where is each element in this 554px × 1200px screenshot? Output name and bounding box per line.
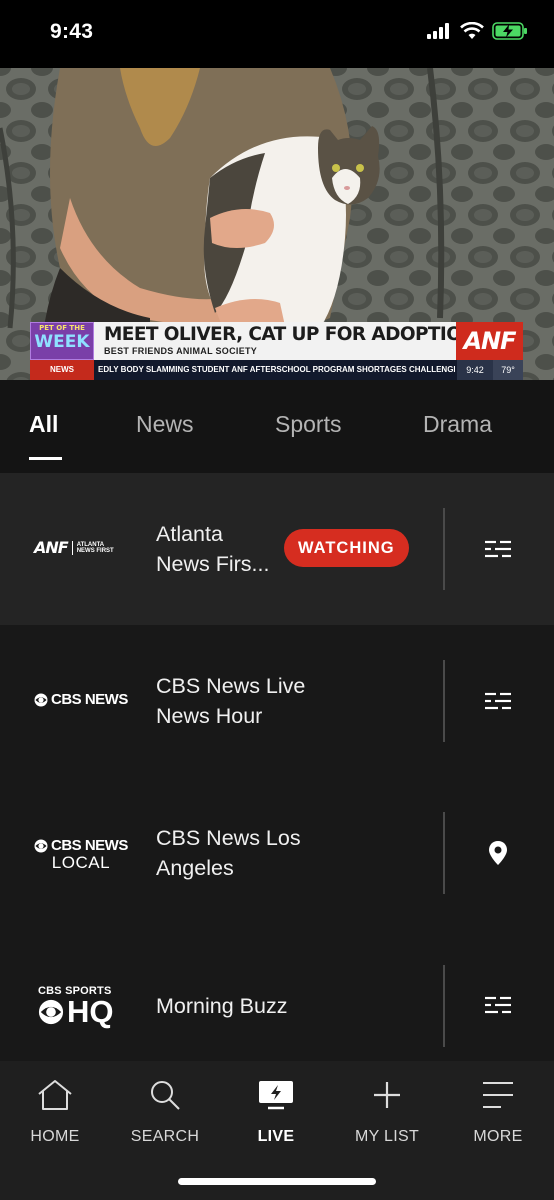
category-tabs: All News Sports Drama xyxy=(0,380,554,473)
channel-title: CBS News Los Angeles xyxy=(156,823,301,883)
anf-logo-news-first: NEWS FIRST xyxy=(76,547,114,554)
nav-my-list-label: MY LIST xyxy=(354,1128,420,1145)
channel-title-line1: CBS News Los xyxy=(156,826,301,850)
channel-row-cbs-news[interactable]: CBS NEWS CBS News Live News Hour xyxy=(0,625,554,777)
schedule-list-icon xyxy=(485,996,511,1014)
row-divider xyxy=(443,508,445,590)
news-headline: MEET OLIVER, CAT UP FOR ADOPTION xyxy=(104,324,477,345)
anf-logo-mark: ANF xyxy=(34,538,69,557)
live-video-player[interactable]: PET OF THE WEEK MEET OLIVER, CAT UP FOR … xyxy=(0,68,554,380)
channel-title-line1: CBS News Live xyxy=(156,674,306,698)
channel-title: Morning Buzz xyxy=(156,991,287,1021)
channel-logo-cbs-news-local: CBS NEWS LOCAL xyxy=(34,837,128,873)
channel-title: CBS News Live News Hour xyxy=(156,671,305,731)
row-divider xyxy=(443,660,445,742)
cbs-news-logo: CBS NEWS xyxy=(34,837,128,854)
nav-home-label: HOME xyxy=(30,1128,80,1145)
news-sub-headline: BEST FRIENDS ANIMAL SOCIETY xyxy=(104,346,258,356)
home-icon xyxy=(5,1075,105,1115)
channel-title-line2: Angeles xyxy=(156,856,234,880)
ticker-label: NEWS xyxy=(30,360,94,380)
ticker-time: 9:42 xyxy=(457,360,493,380)
status-bar: 9:43 xyxy=(0,0,554,68)
pet-badge-line1: PET OF THE xyxy=(39,324,85,332)
tab-all[interactable]: All xyxy=(29,411,58,438)
status-icons xyxy=(426,22,528,40)
plus-icon xyxy=(337,1075,437,1115)
cbs-eye-icon xyxy=(34,693,48,706)
nav-search-label: SEARCH xyxy=(130,1128,200,1145)
row-divider xyxy=(443,965,445,1047)
cbs-news-logo-text: CBS NEWS xyxy=(51,837,128,854)
cbs-local-logo-text: LOCAL xyxy=(51,853,111,872)
hq-logo-text: HQ xyxy=(67,994,114,1029)
channel-logo-cbs-sports-hq: CBS SPORTS HQ xyxy=(38,985,114,1027)
active-tab-indicator xyxy=(29,457,62,460)
ticker-temperature: 79° xyxy=(493,360,523,380)
pet-badge-line2: WEEK xyxy=(34,332,90,352)
channel-title-line2: News Firs... xyxy=(156,552,270,576)
location-button[interactable] xyxy=(478,833,518,873)
schedule-list-button[interactable] xyxy=(478,529,518,569)
anf-logo-words: ATLANTA NEWS FIRST xyxy=(77,542,114,554)
cellular-signal-icon xyxy=(427,23,449,39)
pet-of-the-week-badge: PET OF THE WEEK xyxy=(30,322,94,360)
news-lower-third: PET OF THE WEEK MEET OLIVER, CAT UP FOR … xyxy=(30,322,523,380)
channel-title-line1: Atlanta xyxy=(156,522,223,546)
nav-more-label: MORE xyxy=(473,1128,523,1145)
schedule-list-button[interactable] xyxy=(478,985,518,1025)
channel-title-line2: News Hour xyxy=(156,704,263,728)
cbs-eye-icon xyxy=(38,999,64,1025)
cbs-news-logo-text: CBS NEWS xyxy=(51,691,128,708)
nav-live-label: LIVE xyxy=(257,1128,295,1145)
headline-bar: MEET OLIVER, CAT UP FOR ADOPTION BEST FR… xyxy=(94,322,477,360)
channel-logo-cbs-news: CBS NEWS xyxy=(34,691,128,708)
hq-logo: HQ xyxy=(38,994,114,1029)
live-tv-icon xyxy=(226,1075,326,1115)
tab-drama[interactable]: Drama xyxy=(423,411,492,438)
nav-home[interactable]: HOME xyxy=(5,1075,105,1146)
station-logo: ANF xyxy=(456,322,523,360)
home-indicator xyxy=(178,1178,376,1185)
channel-title-line1: Morning Buzz xyxy=(156,994,288,1018)
channel-row-cbs-news-los-angeles[interactable]: CBS NEWS LOCAL CBS News Los Angeles xyxy=(0,777,554,929)
tab-sports[interactable]: Sports xyxy=(275,411,341,438)
channel-row-atlanta-news-first[interactable]: ANF ATLANTA NEWS FIRST Atlanta News Firs… xyxy=(0,473,554,625)
channel-title: Atlanta News Firs... xyxy=(156,519,269,579)
schedule-list-button[interactable] xyxy=(478,681,518,721)
cbs-eye-icon xyxy=(34,839,48,852)
row-divider xyxy=(443,812,445,894)
location-pin-icon xyxy=(489,841,507,865)
status-time: 9:43 xyxy=(50,20,94,43)
nav-live[interactable]: LIVE xyxy=(226,1075,326,1146)
channel-logo-anf: ANF ATLANTA NEWS FIRST xyxy=(34,538,114,557)
schedule-list-icon xyxy=(485,540,511,558)
menu-icon xyxy=(448,1075,548,1115)
nav-my-list[interactable]: MY LIST xyxy=(337,1075,437,1146)
channel-row-cbs-sports-hq[interactable]: CBS SPORTS HQ Morning Buzz xyxy=(0,929,554,1061)
tab-news[interactable]: News xyxy=(136,411,194,438)
schedule-list-icon xyxy=(485,692,511,710)
news-ticker: NEWS EDLY BODY SLAMMING STUDENT ANF AFTE… xyxy=(30,360,523,380)
nav-more[interactable]: MORE xyxy=(448,1075,548,1146)
watching-badge: WATCHING xyxy=(284,529,409,567)
ticker-text: EDLY BODY SLAMMING STUDENT ANF AFTERSCHO… xyxy=(98,365,455,374)
nav-search[interactable]: SEARCH xyxy=(115,1075,215,1146)
wifi-icon xyxy=(460,22,484,39)
battery-charging-icon xyxy=(492,22,527,40)
search-icon xyxy=(115,1075,215,1115)
logo-divider xyxy=(71,540,73,555)
